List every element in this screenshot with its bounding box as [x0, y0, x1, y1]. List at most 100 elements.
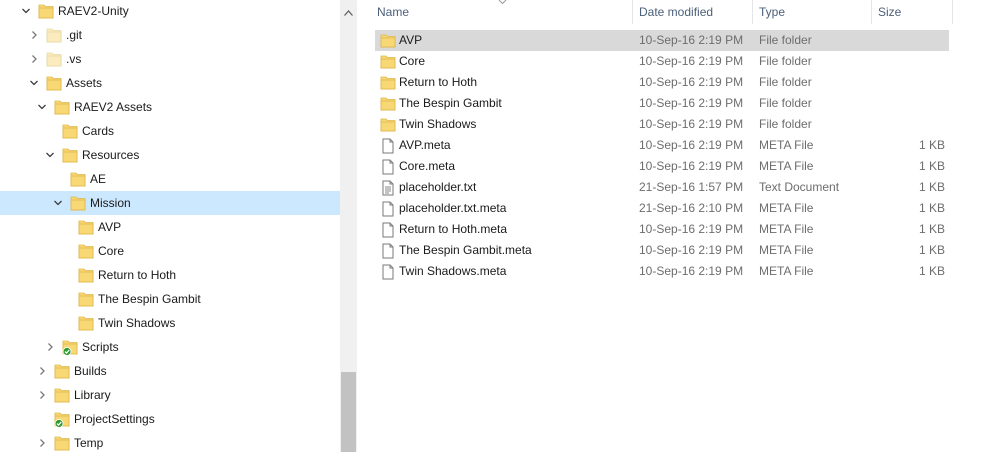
file-date-modified: 10-Sep-16 2:19 PM — [639, 222, 744, 236]
nav-item-resources[interactable]: Resources — [0, 143, 340, 167]
file-icon — [380, 222, 396, 238]
nav-item-raev2-assets[interactable]: RAEV2 Assets — [0, 95, 340, 119]
file-name: Twin Shadows.meta — [399, 264, 507, 278]
file-name: AVP — [399, 33, 423, 47]
nav-item-label: Cards — [82, 124, 115, 138]
chevron-down-icon[interactable] — [52, 197, 64, 209]
text-file-icon — [380, 180, 396, 196]
chevron-right-icon[interactable] — [28, 53, 40, 65]
nav-item-label: AVP — [98, 220, 122, 234]
nav-item-assets[interactable]: Assets — [0, 71, 340, 95]
column-header-name[interactable]: Name — [377, 0, 627, 24]
nav-item-library[interactable]: Library — [0, 383, 340, 407]
folder-icon — [38, 2, 54, 20]
nav-item-scripts[interactable]: Scripts — [0, 335, 340, 359]
file-name: The Bespin Gambit.meta — [399, 243, 532, 257]
file-size: 1 KB — [918, 201, 945, 215]
file-name: The Bespin Gambit — [399, 96, 502, 110]
chevron-right-icon[interactable] — [36, 389, 48, 401]
nav-item-mission[interactable]: Mission — [0, 191, 340, 215]
folder-synced-icon — [62, 338, 78, 356]
nav-item-git[interactable]: .git — [0, 23, 340, 47]
column-header-type[interactable]: Type — [759, 0, 869, 24]
file-icon — [380, 138, 396, 154]
nav-item-label: Twin Shadows — [98, 316, 176, 330]
folder-icon — [62, 122, 78, 140]
file-size: 1 KB — [918, 222, 945, 236]
nav-item-label: RAEV2 Assets — [74, 100, 153, 114]
scrollbar-thumb[interactable] — [341, 372, 356, 452]
nav-item-avp[interactable]: AVP — [0, 215, 340, 239]
column-divider[interactable] — [952, 0, 953, 24]
chevron-right-icon[interactable] — [36, 437, 48, 449]
navigation-pane: RAEV2-Unity .git .vs Assets RAEV2 Assets Card… — [0, 0, 340, 452]
nav-item-return-to-hoth[interactable]: Return to Hoth — [0, 263, 340, 287]
nav-item-label: Library — [74, 388, 111, 402]
scroll-up-arrow-icon[interactable] — [344, 5, 353, 19]
file-date-modified: 10-Sep-16 2:19 PM — [639, 75, 744, 89]
nav-item-label: .vs — [66, 52, 82, 66]
nav-item-vs[interactable]: .vs — [0, 47, 340, 71]
file-name: Return to Hoth — [399, 75, 478, 89]
file-row[interactable]: Twin Shadows.meta 10-Sep-16 2:19 PM META F… — [375, 261, 949, 282]
nav-item-core[interactable]: Core — [0, 239, 340, 263]
nav-item-builds[interactable]: Builds — [0, 359, 340, 383]
file-row[interactable]: Return to Hoth 10-Sep-16 2:19 PM File fold… — [375, 72, 949, 93]
folder-icon — [54, 362, 70, 380]
file-type: Text Document — [759, 180, 840, 194]
chevron-right-icon[interactable] — [44, 341, 56, 353]
column-divider[interactable] — [632, 0, 633, 24]
file-row[interactable]: The Bespin Gambit 10-Sep-16 2:19 PM File f… — [375, 93, 949, 114]
folder-icon — [380, 33, 396, 49]
file-name: Return to Hoth.meta — [399, 222, 508, 236]
file-date-modified: 10-Sep-16 2:19 PM — [639, 96, 744, 110]
chevron-down-icon[interactable] — [44, 149, 56, 161]
nav-item-ae[interactable]: AE — [0, 167, 340, 191]
file-date-modified: 10-Sep-16 2:19 PM — [639, 33, 744, 47]
column-header-size[interactable]: Size — [878, 0, 948, 24]
nav-item-raev2-unity[interactable]: RAEV2-Unity — [0, 0, 340, 23]
nav-item-label: The Bespin Gambit — [98, 292, 201, 306]
file-row[interactable]: Core 10-Sep-16 2:19 PM File folder — [375, 51, 949, 72]
folder-synced-icon — [54, 410, 70, 428]
column-header-date-modified[interactable]: Date modified — [639, 0, 749, 24]
nav-item-label: AE — [90, 172, 107, 186]
nav-item-label: ProjectSettings — [74, 412, 155, 426]
chevron-right-icon[interactable] — [36, 365, 48, 377]
file-row[interactable]: Twin Shadows 10-Sep-16 2:19 PM File folder — [375, 114, 949, 135]
nav-item-label: Assets — [66, 76, 103, 90]
nav-item-temp[interactable]: Temp — [0, 431, 340, 452]
chevron-right-icon[interactable] — [28, 29, 40, 41]
file-row[interactable]: Return to Hoth.meta 10-Sep-16 2:19 PM META… — [375, 219, 949, 240]
column-divider[interactable] — [871, 0, 872, 24]
folder-icon — [78, 242, 94, 260]
file-name: Core.meta — [399, 159, 456, 173]
nav-item-projectsettings[interactable]: ProjectSettings — [0, 407, 340, 431]
file-row[interactable]: The Bespin Gambit.meta 10-Sep-16 2:19 PM M… — [375, 240, 949, 261]
file-size: 1 KB — [918, 138, 945, 152]
file-row[interactable]: AVP.meta 10-Sep-16 2:19 PM META File 1 KB — [375, 135, 949, 156]
file-row[interactable]: AVP 10-Sep-16 2:19 PM File folder — [375, 30, 949, 51]
file-size: 1 KB — [918, 159, 945, 173]
nav-item-label: Core — [98, 244, 125, 258]
file-row[interactable]: placeholder.txt 21-Sep-16 1:57 PM Text Doc… — [375, 177, 949, 198]
file-date-modified: 10-Sep-16 2:19 PM — [639, 264, 744, 278]
file-type: META File — [759, 264, 814, 278]
folder-icon — [78, 314, 94, 332]
file-date-modified: 10-Sep-16 2:19 PM — [639, 117, 744, 131]
navigation-scrollbar[interactable] — [340, 0, 357, 452]
file-date-modified: 10-Sep-16 2:19 PM — [639, 54, 744, 68]
file-type: File folder — [759, 54, 812, 68]
column-divider[interactable] — [752, 0, 753, 24]
nav-item-the-bespin-gambit[interactable]: The Bespin Gambit — [0, 287, 340, 311]
file-row[interactable]: placeholder.txt.meta 21-Sep-16 2:10 PM MET… — [375, 198, 949, 219]
nav-item-label: Resources — [82, 148, 140, 162]
file-row[interactable]: Core.meta 10-Sep-16 2:19 PM META File 1 KB — [375, 156, 949, 177]
nav-item-twin-shadows[interactable]: Twin Shadows — [0, 311, 340, 335]
nav-item-cards[interactable]: Cards — [0, 119, 340, 143]
chevron-down-icon[interactable] — [20, 5, 32, 17]
chevron-down-icon[interactable] — [28, 77, 40, 89]
chevron-down-icon[interactable] — [36, 101, 48, 113]
nav-item-label: RAEV2-Unity — [58, 4, 129, 18]
file-type: META File — [759, 243, 814, 257]
